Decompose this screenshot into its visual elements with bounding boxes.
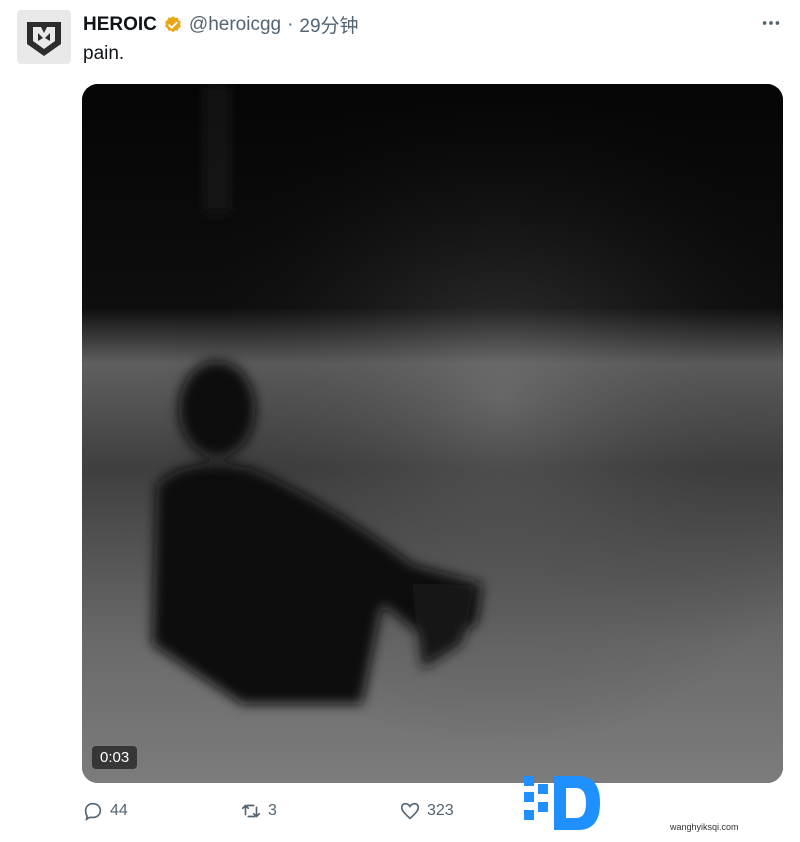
video-duration: 0:03 (92, 746, 138, 769)
video-frame (82, 84, 783, 783)
handle[interactable]: @heroicgg (189, 14, 281, 36)
watermark-text: wanghyiksqi.com (670, 822, 739, 832)
more-icon[interactable] (760, 12, 782, 40)
verified-badge-icon (164, 15, 181, 32)
reply-button[interactable]: 44 (82, 800, 128, 822)
reply-count: 44 (110, 802, 128, 819)
heroic-logo-icon (27, 22, 61, 56)
tweet-header: HEROIC @heroicgg · 29分钟 (83, 11, 359, 38)
site-watermark: wanghyiksqi.com (520, 770, 800, 837)
separator: · (287, 13, 294, 35)
like-count: 323 (427, 802, 454, 819)
retweet-button[interactable]: 3 (240, 800, 277, 822)
timestamp-link[interactable]: 29分钟 (299, 11, 358, 38)
retweet-icon (241, 804, 261, 818)
watermark-logo-icon (524, 776, 600, 830)
avatar[interactable] (17, 10, 71, 64)
retweet-count: 3 (268, 802, 277, 819)
video-player[interactable]: 0:03 (82, 84, 783, 783)
like-button[interactable]: 323 (399, 800, 454, 822)
display-name[interactable]: HEROIC (83, 14, 157, 36)
tweet-text: pain. (83, 43, 125, 64)
heart-icon (400, 802, 420, 820)
reply-icon (84, 802, 102, 821)
